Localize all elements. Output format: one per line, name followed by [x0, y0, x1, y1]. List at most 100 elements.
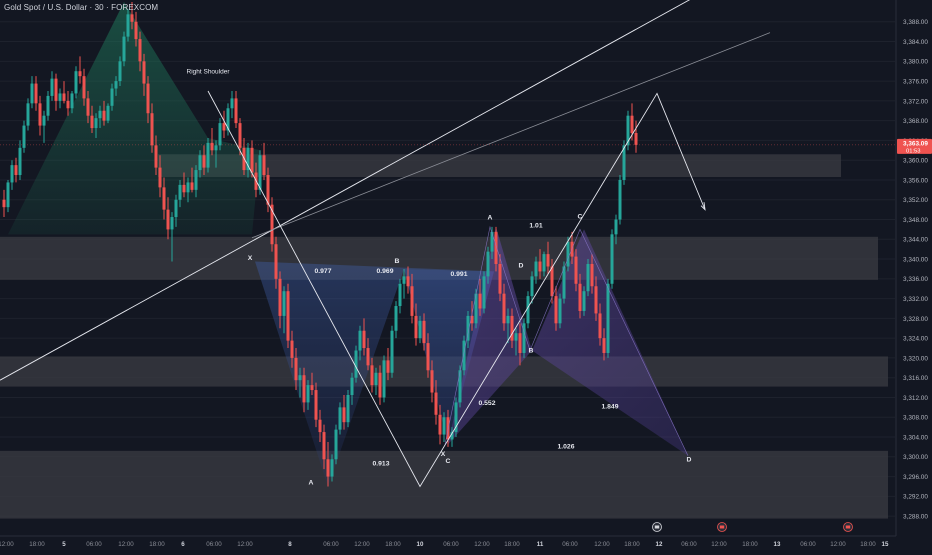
time-tick-label: 06:00	[86, 541, 102, 548]
candle-body	[598, 313, 602, 339]
candle-body	[22, 125, 26, 148]
candle-body	[222, 123, 226, 131]
price-chart[interactable]: Right ShoulderX0.977 0.969B0.991AD1.01CB0…	[0, 0, 932, 550]
time-tick-label: 12:00	[830, 541, 846, 548]
candle-body	[190, 182, 194, 190]
current-price-value: 3,363.09	[903, 140, 928, 147]
pattern-label: C	[578, 214, 583, 221]
candle-body	[218, 123, 222, 146]
candle-body	[374, 372, 378, 386]
candle-body	[182, 184, 186, 193]
candle	[286, 283, 290, 349]
candle-body	[566, 241, 570, 267]
candle-body	[438, 414, 442, 435]
candle-body	[414, 315, 418, 339]
candle-body	[586, 264, 590, 292]
candle	[346, 390, 350, 428]
candle-body	[306, 385, 310, 403]
time-axis-bg	[0, 536, 932, 550]
price-axis[interactable]: 3,388.00 3,384.00 3,380.00 3,376.00 3,372.00…	[895, 0, 932, 550]
candle-body	[338, 407, 342, 430]
time-tick-label: 06:00	[681, 541, 697, 548]
candle-body	[94, 118, 98, 129]
candle-body	[506, 315, 510, 324]
candle-body	[462, 340, 466, 371]
candle-body	[230, 98, 234, 109]
candle-body	[574, 256, 578, 284]
pattern-label: B	[529, 347, 534, 354]
candle-body	[294, 357, 298, 381]
price-tick-label: 3,292.00	[903, 494, 928, 501]
candle	[558, 293, 562, 329]
candle-body	[370, 365, 374, 386]
candle-body	[54, 78, 58, 101]
price-tick-label: 3,360.00	[903, 158, 928, 165]
time-tick-label: 12:00	[711, 541, 727, 548]
candle-body	[482, 276, 486, 309]
candle-body	[342, 407, 346, 423]
price-tick-label: 3,312.00	[903, 395, 928, 402]
candle-body	[426, 343, 430, 371]
candle-body	[146, 83, 150, 114]
time-tick-label: 8	[288, 541, 292, 548]
pattern-label: 1.01	[529, 222, 542, 229]
price-tick-label: 3,368.00	[903, 118, 928, 125]
candle	[610, 229, 614, 289]
candle-body	[70, 93, 74, 109]
pattern-label: Right Shoulder	[187, 69, 231, 76]
candle-body	[350, 377, 354, 395]
candle-body	[538, 261, 542, 272]
candle-body	[310, 385, 314, 391]
candle-body	[86, 98, 90, 116]
candle-body	[26, 103, 30, 126]
candle	[618, 175, 622, 225]
candle-body	[34, 83, 38, 104]
candle-body	[382, 360, 386, 398]
candle-body	[610, 234, 614, 284]
pattern-label: X	[441, 451, 446, 458]
candle-body	[238, 123, 242, 148]
candle-body	[18, 147, 22, 176]
candle-body	[130, 14, 134, 22]
event-marker-flag	[845, 525, 851, 529]
candle-body	[518, 333, 522, 353]
candle-body	[398, 283, 402, 307]
pattern-label: X	[248, 255, 253, 262]
candle-body	[590, 264, 594, 287]
candle-body	[442, 417, 446, 435]
candle-body	[134, 21, 138, 40]
pattern-label: B	[395, 258, 400, 265]
time-tick-label: 18:00	[624, 541, 640, 548]
candle-body	[214, 145, 218, 151]
event-marker-icon	[843, 522, 853, 532]
price-tick-label: 3,344.00	[903, 237, 928, 244]
event-marker-flag	[719, 525, 725, 529]
candle-body	[50, 78, 54, 96]
time-tick-label: 12:00	[118, 541, 134, 548]
candle-body	[158, 167, 162, 188]
pattern-label: A	[309, 479, 314, 486]
candle-body	[614, 219, 618, 235]
candle-body	[334, 429, 338, 460]
candle-body	[314, 390, 318, 420]
candle-body	[630, 115, 634, 133]
pattern-label: 1.026	[557, 443, 574, 450]
candle	[334, 424, 338, 465]
candle-body	[142, 61, 146, 84]
pattern-label: 1.849	[601, 403, 618, 410]
time-tick-label: 18:00	[504, 541, 520, 548]
price-tick-label: 3,288.00	[903, 514, 928, 521]
time-tick-label: 06:00	[206, 541, 222, 548]
candle-body	[234, 98, 238, 124]
pattern-label: 0.552	[478, 400, 495, 407]
candle-body	[346, 395, 350, 423]
price-tick-label: 3,356.00	[903, 177, 928, 184]
candle-body	[162, 187, 166, 210]
time-tick-label: 06:00	[443, 541, 459, 548]
candle-body	[286, 291, 290, 341]
candle-body	[278, 278, 282, 316]
price-tick-label: 3,320.00	[903, 355, 928, 362]
time-tick-label: 06:00	[562, 541, 578, 548]
candle-body	[510, 315, 514, 341]
candle-body	[66, 100, 70, 109]
